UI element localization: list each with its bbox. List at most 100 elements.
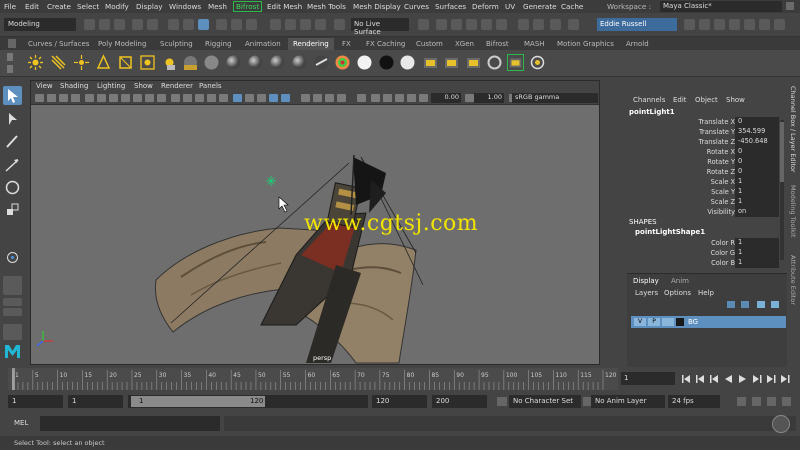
snap-grid-icon[interactable] (270, 19, 281, 30)
range-slider-handle[interactable]: 1 (131, 396, 265, 407)
xgen-icon[interactable] (568, 19, 579, 30)
snap-surface-icon[interactable] (315, 19, 326, 30)
attr-row[interactable]: Translate Z -450.648 (625, 137, 785, 147)
film-gate-icon[interactable] (97, 94, 106, 102)
snap-curve-icon[interactable] (285, 19, 296, 30)
mel-label[interactable]: MEL (14, 419, 28, 427)
tab-arnold[interactable]: Arnold (621, 38, 654, 50)
tab-rigging[interactable]: Rigging (200, 38, 237, 50)
camera-select-icon[interactable] (35, 94, 44, 102)
shape-node-name[interactable]: pointLightShape1 (635, 228, 705, 236)
attr-value[interactable]: 0 (735, 157, 779, 167)
lambert-icon[interactable] (269, 54, 286, 71)
play-forward-icon[interactable] (739, 375, 746, 383)
range-slider[interactable]: 1 120 (128, 395, 368, 408)
material-sphere-icon[interactable] (203, 54, 220, 71)
character-set-icon[interactable] (497, 397, 507, 406)
attr-value[interactable]: 1 (735, 248, 779, 258)
attr-row[interactable]: Color G1 (625, 248, 785, 258)
layer-menu-help[interactable]: Help (698, 289, 714, 297)
toggle-tool-settings-icon[interactable] (714, 19, 725, 30)
modeling-toolkit-icon[interactable] (518, 19, 529, 30)
target-icon[interactable] (529, 54, 546, 71)
anti-aliasing-icon[interactable] (269, 94, 278, 102)
textured-icon[interactable] (207, 94, 216, 102)
field-chart-icon[interactable] (133, 94, 142, 102)
spot-light-icon[interactable] (95, 54, 112, 71)
move-tool-icon[interactable] (3, 156, 22, 175)
attr-value[interactable]: 354.599 (735, 127, 779, 137)
phong-icon[interactable] (247, 54, 264, 71)
layer-playback-toggle[interactable]: P (648, 318, 660, 326)
attr-value[interactable]: 0 (735, 167, 779, 177)
mode-dropdown[interactable]: Modeling (4, 18, 76, 31)
auto-key-icon[interactable] (737, 397, 746, 406)
shadows-icon[interactable] (233, 94, 242, 102)
node-name[interactable]: pointLight1 (629, 108, 675, 116)
animation-prefs-icon[interactable] (782, 397, 791, 406)
snap-together-icon[interactable] (3, 248, 22, 267)
step-forward-frame-icon[interactable] (753, 375, 762, 383)
gamma-icon[interactable] (371, 94, 380, 102)
black-sphere-icon[interactable] (378, 54, 395, 71)
step-forward-key-icon[interactable] (767, 375, 776, 383)
motion-blur-icon[interactable] (257, 94, 266, 102)
history-icon[interactable] (418, 19, 429, 30)
light-editor-icon[interactable] (161, 54, 178, 71)
exposure-icon[interactable] (357, 94, 366, 102)
wireframe-icon[interactable] (171, 94, 180, 102)
render-view-icon[interactable] (451, 19, 462, 30)
make-live-icon[interactable] (334, 19, 345, 30)
attr-row[interactable]: Color R1 (625, 238, 785, 248)
tab-sculpting[interactable]: Sculpting (155, 38, 198, 50)
panel-menu-lighting[interactable]: Lighting (97, 82, 125, 90)
image-plane-icon[interactable] (71, 94, 80, 102)
resolution-gate-icon[interactable] (109, 94, 118, 102)
tab-animation[interactable]: Animation (240, 38, 286, 50)
save-scene-icon[interactable] (114, 19, 125, 30)
menu-uv[interactable]: UV (505, 2, 515, 11)
white-sphere-icon[interactable] (356, 54, 373, 71)
color-space-dropdown[interactable]: sRGB gamma (512, 93, 598, 103)
attr-row[interactable]: Scale X1 (625, 177, 785, 187)
gate-mask-icon[interactable] (121, 94, 130, 102)
attr-row[interactable]: Rotate Y0 (625, 157, 785, 167)
panel-menu-shading[interactable]: Shading (60, 82, 88, 90)
perspective-viewport[interactable]: www.cgtsj.com persp (31, 105, 599, 364)
lasso-tool-icon[interactable] (3, 110, 22, 129)
exposure-field[interactable]: 0.00 (431, 93, 461, 103)
end-time-field[interactable]: 200 (432, 395, 487, 408)
menu-mesh[interactable]: Mesh (208, 2, 227, 11)
xray-joints-icon[interactable] (325, 94, 334, 102)
vertex-mode-icon[interactable] (216, 19, 227, 30)
grid-toggle-icon[interactable] (85, 94, 94, 102)
toggle-attribute-editor-icon[interactable] (699, 19, 710, 30)
new-layer-selected-icon[interactable] (771, 301, 779, 308)
menu-bifrost[interactable]: Bifrost (233, 1, 263, 12)
command-input[interactable] (40, 416, 220, 431)
select-component-icon[interactable] (198, 19, 209, 30)
attr-row[interactable]: Rotate Z0 (625, 167, 785, 177)
step-back-frame-icon[interactable] (710, 375, 718, 383)
render-current-icon[interactable] (466, 19, 477, 30)
ipr-render-icon[interactable] (481, 19, 492, 30)
side-tab-attribute-editor[interactable]: Attribute Editor (789, 255, 797, 305)
attr-row[interactable]: Color B1 (625, 258, 785, 268)
workspace-dropdown[interactable]: Maya Classic* (660, 1, 782, 12)
attr-row[interactable]: Translate X0 (625, 117, 785, 127)
attr-value[interactable]: 0 (735, 117, 779, 127)
tab-poly-modeling[interactable]: Poly Modeling (93, 38, 151, 50)
tab-curves-surfaces[interactable]: Curves / Surfaces (23, 38, 94, 50)
color-management-icon[interactable] (395, 94, 404, 102)
xray-active-components-icon[interactable] (337, 94, 346, 102)
layer-tab-anim[interactable]: Anim (671, 277, 689, 285)
menu-edit-mesh[interactable]: Edit Mesh (267, 2, 302, 11)
batch-render-icon[interactable] (486, 54, 503, 71)
audio-icon[interactable] (752, 397, 761, 406)
scale-tool-icon[interactable] (3, 200, 22, 219)
layer-menu-layers[interactable]: Layers (635, 289, 658, 297)
attr-row[interactable]: Scale Y1 (625, 187, 785, 197)
go-to-start-icon[interactable] (682, 375, 690, 383)
tab-mash[interactable]: MASH (519, 38, 550, 50)
attr-value[interactable]: -450.648 (735, 137, 779, 147)
